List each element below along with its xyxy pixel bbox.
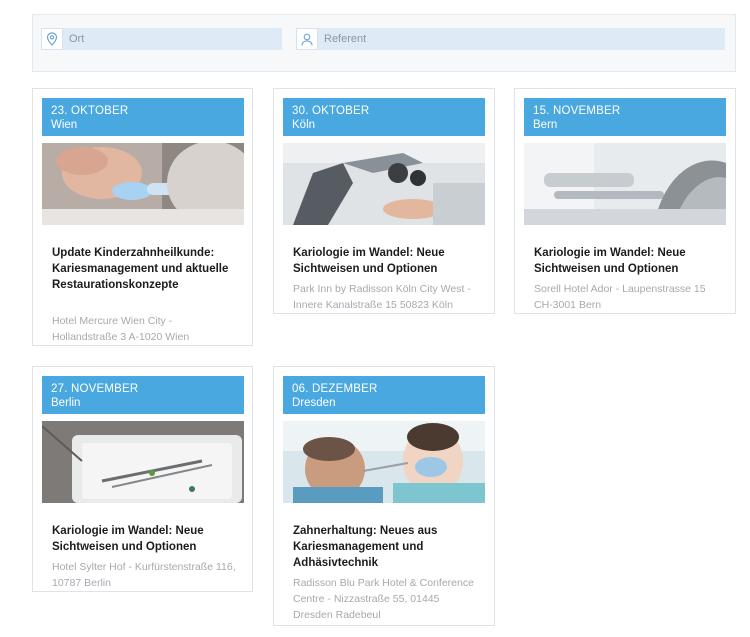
event-date: 15. NOVEMBER (533, 105, 621, 117)
date-banner: 23. OKTOBER Wien (42, 98, 244, 136)
event-title[interactable]: Kariologie im Wandel: Neue Sichtweisen u… (52, 523, 237, 555)
map-pin-icon (41, 28, 63, 50)
event-date: 06. DEZEMBER (292, 383, 378, 395)
event-venue: Radisson Blu Park Hotel & Conference Cen… (293, 577, 474, 621)
event-venue: Hotel Sylter Hof - Kurfürstenstraße 116,… (52, 561, 236, 589)
event-card[interactable]: 27. NOVEMBER Berlin Kariologie im Wandel… (32, 366, 253, 592)
user-icon (296, 28, 318, 50)
event-city: Köln (292, 119, 316, 131)
event-photo[interactable] (42, 143, 244, 225)
event-city: Wien (51, 119, 78, 131)
event-city: Dresden (292, 397, 336, 409)
event-title[interactable]: Kariologie im Wandel: Neue Sichtweisen u… (534, 245, 719, 277)
date-banner: 15. NOVEMBER Bern (524, 98, 726, 136)
event-card[interactable]: 23. OKTOBER Wien Update Kinderzahnheilku… (32, 88, 253, 346)
event-card[interactable]: 06. DEZEMBER Dresden Zahnerhaltung: Neue… (273, 366, 495, 626)
event-title[interactable]: Update Kinderzahnheilkunde: Kariesmanage… (52, 245, 237, 293)
event-title[interactable]: Kariologie im Wandel: Neue Sichtweisen u… (293, 245, 478, 277)
event-card[interactable]: 30. OKTOBER Köln Kariologie im Wandel: N… (273, 88, 495, 314)
location-filter-input[interactable]: Ort (41, 28, 282, 50)
event-photo[interactable] (42, 421, 244, 503)
event-card[interactable]: 15. NOVEMBER Bern Kariologie im Wandel: … (514, 88, 736, 314)
filter-bar: Ort Referent (32, 14, 736, 72)
event-city: Berlin (51, 397, 81, 409)
event-date: 30. OKTOBER (292, 105, 370, 117)
event-venue: Hotel Mercure Wien City - Hollandstraße … (52, 315, 190, 343)
event-photo[interactable] (283, 421, 485, 503)
event-title[interactable]: Zahnerhaltung: Neues aus Kariesmanagemen… (293, 523, 478, 571)
location-placeholder: Ort (69, 33, 85, 45)
event-city: Bern (533, 119, 558, 131)
speaker-filter-input[interactable]: Referent (296, 28, 725, 50)
event-photo[interactable] (283, 143, 485, 225)
date-banner: 30. OKTOBER Köln (283, 98, 485, 136)
event-photo[interactable] (524, 143, 726, 225)
event-date: 27. NOVEMBER (51, 383, 139, 395)
event-date: 23. OKTOBER (51, 105, 129, 117)
speaker-placeholder: Referent (324, 33, 367, 45)
date-banner: 27. NOVEMBER Berlin (42, 376, 244, 414)
event-venue: Park Inn by Radisson Köln City West - In… (293, 283, 471, 311)
event-venue: Sorell Hotel Ador - Laupenstrasse 15 CH-… (534, 283, 706, 311)
date-banner: 06. DEZEMBER Dresden (283, 376, 485, 414)
